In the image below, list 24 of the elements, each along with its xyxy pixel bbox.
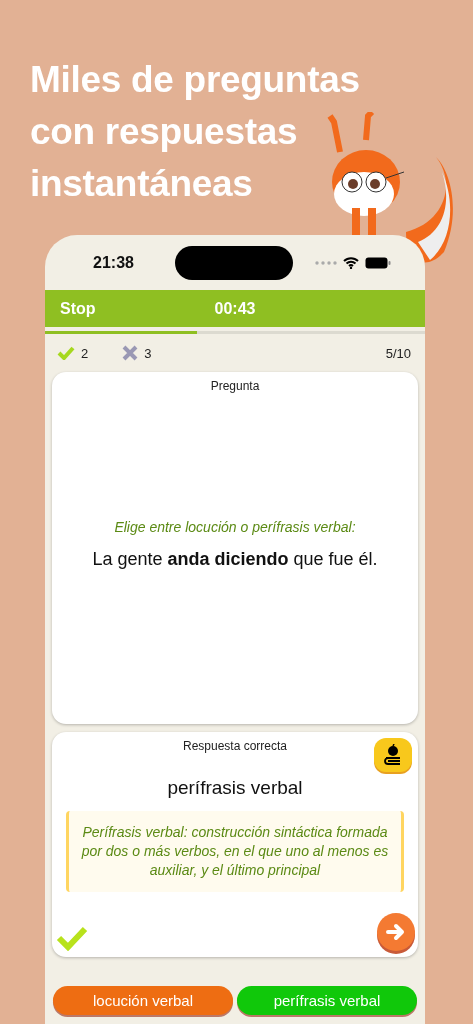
explanation-box: Perífrasis verbal: construcción sintáctica formada por dos o más verbos, en el que uno al menos es auxiliar, y el último principal xyxy=(66,811,404,892)
question-sentence: La gente anda diciendo que fue él. xyxy=(92,549,378,570)
next-button[interactable] xyxy=(377,913,415,951)
question-position: 5/10 xyxy=(385,345,411,361)
headline: Miles de preguntas con respuestas instantáneas xyxy=(30,58,361,206)
instruction-text: Elige entre locución o perífrasis verbal: xyxy=(114,519,356,535)
answer-option-button[interactable]: perífrasis verbal xyxy=(237,986,417,1015)
card-title: Respuesta correcta xyxy=(182,739,288,753)
cross-icon xyxy=(122,345,139,361)
card-title: Pregunta xyxy=(210,379,260,393)
answer-text: perífrasis verbal xyxy=(167,777,303,799)
check-icon xyxy=(57,346,75,360)
timer: 00:43 xyxy=(214,299,256,318)
stop-button[interactable]: Stop xyxy=(60,299,96,318)
book-apple-icon xyxy=(383,744,403,766)
wrong-count: 3 xyxy=(144,345,152,361)
signal-icon xyxy=(315,260,337,265)
book-button[interactable] xyxy=(374,738,412,772)
battery-icon xyxy=(365,256,391,269)
arrow-right-icon xyxy=(386,923,406,941)
correct-count: 2 xyxy=(81,345,89,361)
answer-option-button[interactable]: locución verbal xyxy=(53,986,233,1015)
status-time: 21:38 xyxy=(93,253,135,272)
wifi-icon xyxy=(343,256,359,269)
